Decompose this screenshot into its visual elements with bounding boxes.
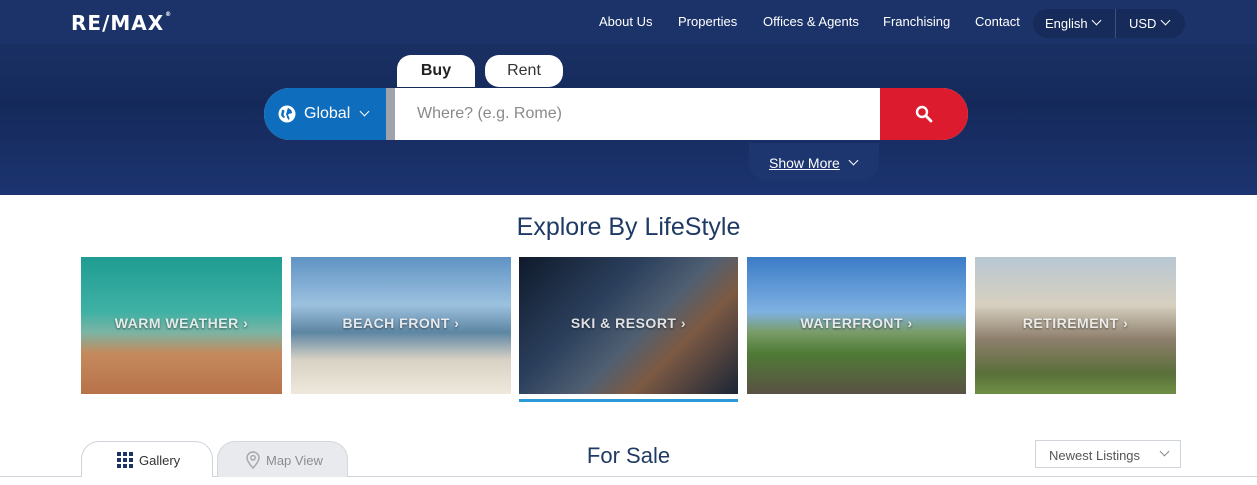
- lifestyle-card-beach-front[interactable]: BEACH FRONT ›: [291, 257, 511, 394]
- sort-label: Newest Listings: [1049, 448, 1141, 463]
- nav-properties[interactable]: Properties: [678, 0, 737, 44]
- lifestyle-card-ski-resort[interactable]: SKI & RESORT ›: [519, 257, 738, 394]
- search-icon: [915, 105, 933, 123]
- sort-select[interactable]: Newest Listings: [1035, 440, 1181, 468]
- currency-selector[interactable]: USD: [1116, 9, 1185, 38]
- tab-buy[interactable]: Buy: [397, 55, 475, 87]
- active-card-underline: [519, 399, 738, 402]
- remax-logo[interactable]: RE/MAX®: [71, 11, 172, 35]
- lifestyle-card-waterfront[interactable]: WATERFRONT ›: [747, 257, 966, 394]
- search-button[interactable]: [880, 88, 968, 140]
- chevron-down-icon: [1091, 15, 1102, 26]
- nav-franchising[interactable]: Franchising: [883, 0, 950, 44]
- lifestyle-card-warm-weather[interactable]: WARM WEATHER ›: [81, 257, 282, 394]
- card-label: SKI & RESORT ›: [570, 315, 687, 331]
- currency-label: USD: [1129, 16, 1157, 31]
- search-separator: [386, 88, 395, 140]
- chevron-down-icon: [848, 155, 859, 166]
- chevron-down-icon: [359, 106, 370, 117]
- language-label: English: [1045, 16, 1088, 31]
- logo-text: RE/MAX: [71, 11, 165, 35]
- region-label: Global: [304, 105, 351, 122]
- logo-registered-mark: ®: [165, 11, 173, 18]
- search-bar: Global: [264, 88, 968, 140]
- explore-section-title: Explore By LifeStyle: [516, 213, 741, 241]
- card-label: WATERFRONT ›: [800, 315, 913, 331]
- show-more-label: Show More: [769, 155, 840, 171]
- show-more-toggle[interactable]: Show More: [749, 143, 879, 181]
- nav-offices-agents[interactable]: Offices & Agents: [763, 0, 859, 44]
- location-search-input[interactable]: [395, 88, 880, 140]
- nav-about-us[interactable]: About Us: [599, 0, 652, 44]
- card-label: BEACH FRONT ›: [342, 315, 460, 331]
- chevron-down-icon: [1160, 15, 1171, 26]
- top-navigation-bar: RE/MAX® About Us Properties Offices & Ag…: [0, 0, 1257, 44]
- tab-rent[interactable]: Rent: [485, 55, 563, 87]
- region-selector[interactable]: Global: [264, 88, 386, 140]
- globe-icon: [278, 105, 296, 123]
- chevron-down-icon: [1159, 446, 1170, 457]
- nav-contact[interactable]: Contact: [975, 0, 1020, 44]
- card-label: WARM WEATHER ›: [114, 315, 249, 331]
- language-selector[interactable]: English: [1033, 9, 1115, 38]
- card-label: RETIREMENT ›: [1022, 315, 1129, 331]
- lifestyle-card-retirement[interactable]: RETIREMENT ›: [975, 257, 1176, 394]
